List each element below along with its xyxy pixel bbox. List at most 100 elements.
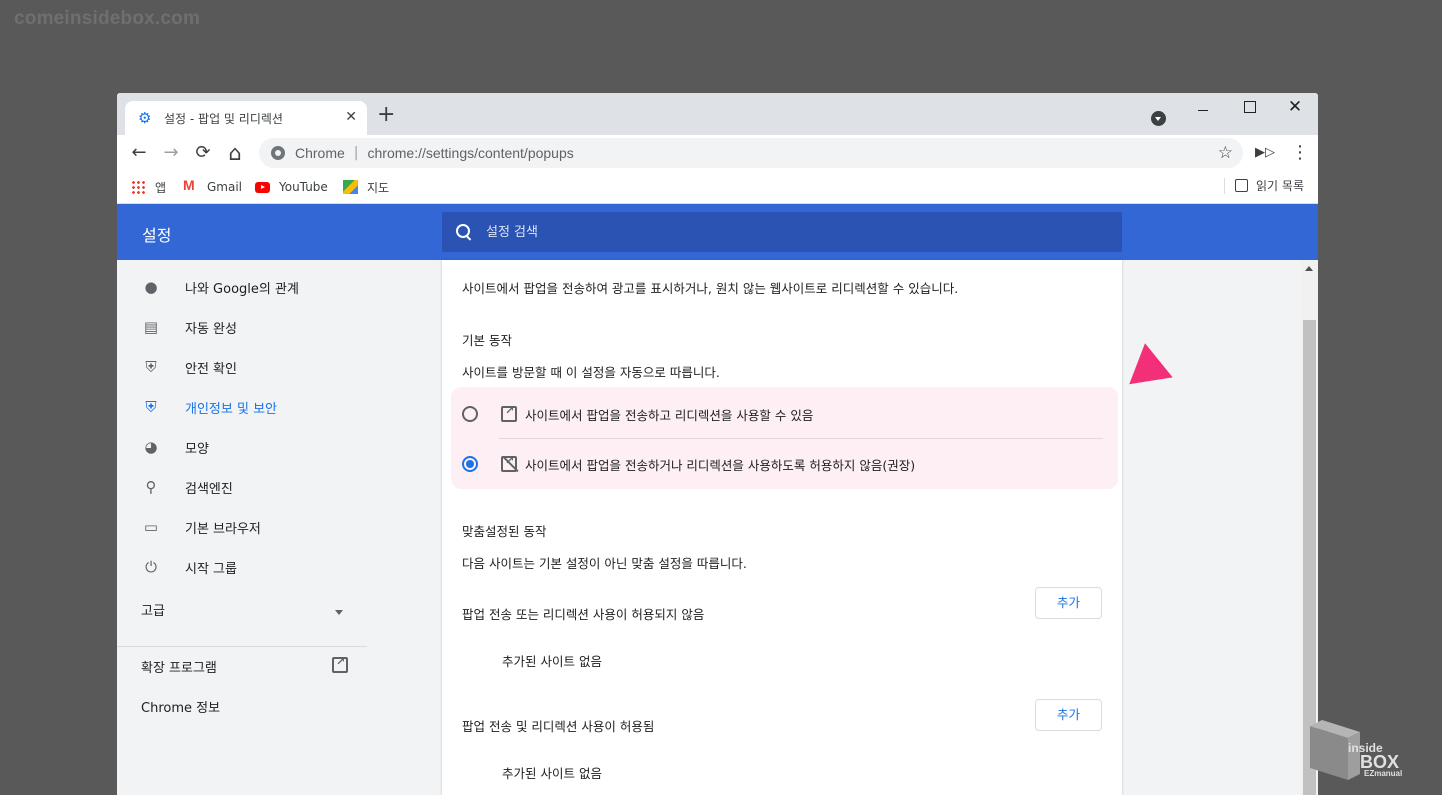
popup-blocked-icon <box>501 454 517 472</box>
back-button[interactable]: ← <box>129 143 149 163</box>
sidebar-item-safety-check[interactable]: ⛨ 안전 확인 <box>117 347 367 387</box>
sidebar-item-label: 개인정보 및 보안 <box>185 401 277 417</box>
bookmark-apps[interactable]: 앱 <box>131 177 166 197</box>
sidebar-item-google[interactable]: ● 나와 Google의 관계 <box>117 267 367 307</box>
bookmark-maps[interactable]: 지도 <box>343 177 389 197</box>
power-icon: ⏻ <box>145 558 157 576</box>
sidebar-item-label: 모양 <box>185 441 209 457</box>
home-button[interactable]: ⌂ <box>225 143 245 164</box>
blocked-empty-text: 추가된 사이트 없음 <box>502 654 602 669</box>
reading-list-label: 읽기 목록 <box>1256 179 1304 193</box>
radio-allow[interactable] <box>462 406 478 422</box>
gmail-icon <box>183 177 198 194</box>
radio-option-block[interactable]: 사이트에서 팝업을 전송하거나 리디렉션을 사용하도록 허용하지 않음(권장) <box>451 439 1118 489</box>
browser-window: ⚙ 설정 - 팝업 및 리디렉션 ✕ + ✕ ← → ⟳ ⌂ Chrome | … <box>117 93 1318 795</box>
shield-check-icon: ⛨ <box>145 358 157 376</box>
popups-settings-card: 사이트에서 팝업을 전송하여 광고를 표시하거나, 원치 않는 웹사이트로 리디… <box>442 260 1122 795</box>
tab-settings-popups[interactable]: ⚙ 설정 - 팝업 및 리디렉션 ✕ <box>125 101 367 135</box>
clipboard-icon: ▤ <box>143 318 159 336</box>
new-tab-button[interactable]: + <box>377 104 395 126</box>
scroll-up-arrow[interactable] <box>1305 266 1313 271</box>
sidebar-item-label: 나와 Google의 관계 <box>185 281 299 297</box>
search-icon: ⚲ <box>145 478 157 496</box>
browser-toolbar: ← → ⟳ ⌂ Chrome | chrome://settings/conte… <box>117 135 1318 171</box>
sidebar-item-appearance[interactable]: ◕ 모양 <box>117 427 367 467</box>
sidebar-item-autofill[interactable]: ▤ 자동 완성 <box>117 307 367 347</box>
window-close-button[interactable]: ✕ <box>1272 97 1318 121</box>
sidebar-item-startup[interactable]: ⏻ 시작 그룹 <box>117 547 367 587</box>
default-behavior-options: 사이트에서 팝업을 전송하고 리디렉션을 사용할 수 있음 사이트에서 팝업을 … <box>451 387 1118 489</box>
sidebar-item-search-engine[interactable]: ⚲ 검색엔진 <box>117 467 367 507</box>
menu-dots-icon[interactable]: ⋮ <box>1291 142 1309 163</box>
close-tab-icon[interactable]: ✕ <box>345 109 357 125</box>
custom-behavior-heading: 맞춤설정된 동작 <box>462 524 547 539</box>
search-input[interactable] <box>486 224 1086 240</box>
custom-behavior-description: 다음 사이트는 기본 설정이 아닌 맞춤 설정을 따릅니다. <box>462 556 747 571</box>
sidebar-advanced[interactable]: 고급 <box>141 600 165 619</box>
tab-strip: ⚙ 설정 - 팝업 및 리디렉션 ✕ + ✕ <box>117 93 1318 135</box>
radio-block[interactable] <box>462 456 478 472</box>
bookmark-youtube[interactable]: YouTube <box>255 177 328 197</box>
sidebar-about-chrome[interactable]: Chrome 정보 <box>141 697 220 716</box>
bookmark-label: YouTube <box>279 180 328 194</box>
sidebar-item-label: 기본 브라우저 <box>185 521 261 537</box>
settings-content: ● 나와 Google의 관계 ▤ 자동 완성 ⛨ 안전 확인 ⛨ 개인정보 및… <box>117 260 1318 795</box>
reload-button[interactable]: ⟳ <box>193 143 213 163</box>
sidebar-item-label: 시작 그룹 <box>185 561 237 577</box>
gear-icon: ⚙ <box>138 109 152 127</box>
extension-icon[interactable]: ▶▷ <box>1255 145 1275 160</box>
chevron-down-icon[interactable] <box>335 610 343 615</box>
youtube-icon <box>255 181 270 193</box>
settings-header: 설정 <box>117 204 1318 260</box>
minimize-button[interactable] <box>1180 97 1226 121</box>
allowed-empty-text: 추가된 사이트 없음 <box>502 766 602 781</box>
url-text[interactable]: chrome://settings/content/popups <box>368 145 574 161</box>
forward-button[interactable]: → <box>161 143 181 163</box>
bookmarks-bar: 앱 Gmail YouTube 지도 읽기 목록 <box>117 171 1318 204</box>
settings-search[interactable] <box>442 212 1122 252</box>
reading-list-button[interactable]: 읽기 목록 <box>1224 177 1304 194</box>
sidebar-item-label: 검색엔진 <box>185 481 233 497</box>
bookmark-label: 지도 <box>367 180 390 195</box>
default-behavior-description: 사이트를 방문할 때 이 설정을 자동으로 따릅니다. <box>462 365 720 380</box>
bookmark-label: Gmail <box>207 180 243 194</box>
allowed-section-title: 팝업 전송 및 리디렉션 사용이 허용됨 <box>462 719 655 734</box>
reading-list-icon <box>1235 179 1249 192</box>
bookmark-gmail[interactable]: Gmail <box>183 177 242 197</box>
annotation-pointer-arrow <box>1123 339 1173 385</box>
settings-sidebar: ● 나와 Google의 관계 ▤ 자동 완성 ⛨ 안전 확인 ⛨ 개인정보 및… <box>117 260 367 795</box>
add-blocked-site-button[interactable]: 추가 <box>1035 587 1102 619</box>
open-in-new-icon[interactable] <box>332 655 348 673</box>
bookmark-label: 앱 <box>155 180 167 195</box>
palette-icon: ◕ <box>144 438 158 456</box>
radio-label: 사이트에서 팝업을 전송하고 리디렉션을 사용할 수 있음 <box>525 407 814 423</box>
page-title: 설정 <box>142 226 172 245</box>
bookmarks-divider <box>1224 177 1226 194</box>
radio-label: 사이트에서 팝업을 전송하거나 리디렉션을 사용하도록 허용하지 않음(권장) <box>525 457 916 473</box>
bookmark-star-icon[interactable]: ☆ <box>1218 143 1233 163</box>
maps-icon <box>343 180 358 194</box>
add-allowed-site-button[interactable]: 추가 <box>1035 699 1102 731</box>
page-scrollbar[interactable] <box>1301 260 1318 795</box>
browser-window-icon: ▭ <box>143 518 159 536</box>
omnibox-separator: | <box>353 145 359 161</box>
sidebar-divider <box>117 646 367 647</box>
sidebar-extensions[interactable]: 확장 프로그램 <box>141 657 217 676</box>
sidebar-item-label: 자동 완성 <box>185 321 237 337</box>
site-watermark: comeinsidebox.com <box>14 8 201 29</box>
scheme-label: Chrome <box>295 145 345 161</box>
open-in-new-icon <box>501 404 517 422</box>
address-bar[interactable]: Chrome | chrome://settings/content/popup… <box>259 138 1243 168</box>
sidebar-item-label: 안전 확인 <box>185 361 237 377</box>
popups-description: 사이트에서 팝업을 전송하여 광고를 표시하거나, 원치 않는 웹사이트로 리디… <box>462 281 959 296</box>
sidebar-item-privacy[interactable]: ⛨ 개인정보 및 보안 <box>117 387 367 427</box>
maximize-button[interactable] <box>1226 97 1272 121</box>
chrome-logo-icon <box>271 146 285 160</box>
radio-option-allow[interactable]: 사이트에서 팝업을 전송하고 리디렉션을 사용할 수 있음 <box>451 389 1118 439</box>
tab-title: 설정 - 팝업 및 리디렉션 <box>164 111 283 126</box>
sidebar-item-default-browser[interactable]: ▭ 기본 브라우저 <box>117 507 367 547</box>
tab-search-icon[interactable] <box>1151 111 1166 126</box>
search-icon <box>456 224 472 240</box>
default-behavior-heading: 기본 동작 <box>462 333 512 348</box>
apps-icon <box>131 180 146 194</box>
